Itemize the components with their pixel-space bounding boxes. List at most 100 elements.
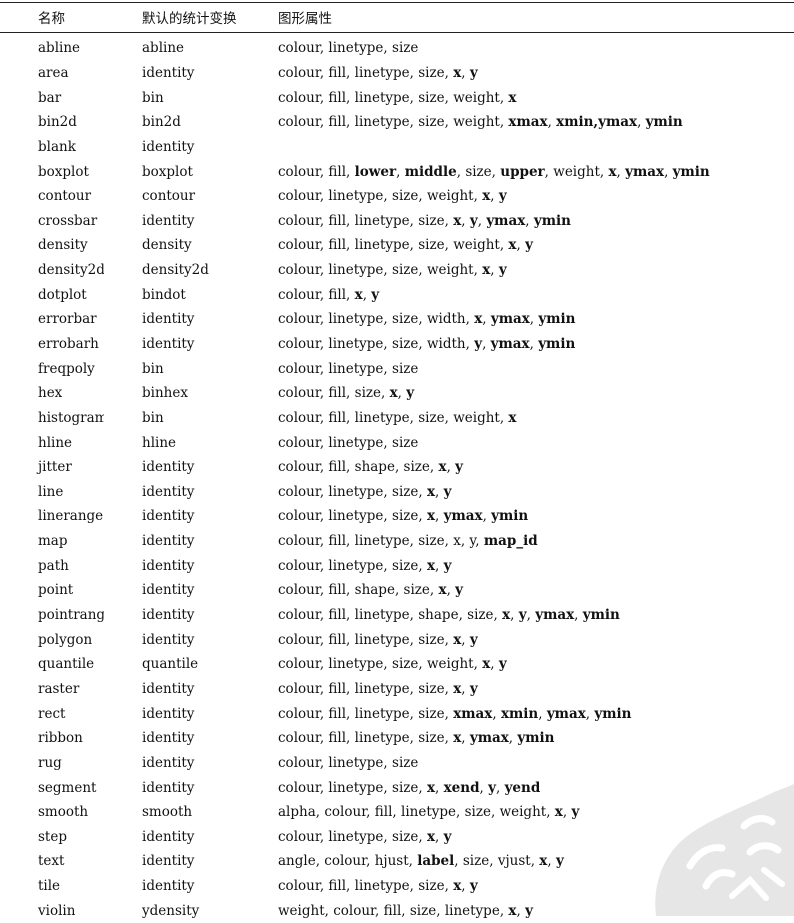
geom-name: errobarh <box>38 336 99 352</box>
aesthetic: colour <box>278 212 320 229</box>
required-aesthetic: ymin <box>533 212 571 229</box>
required-aesthetic: y <box>571 804 580 821</box>
geom-name: bin2d <box>38 114 77 131</box>
aesthetic: size <box>418 237 445 254</box>
aesthetic: fill <box>328 385 347 402</box>
aesthetic: linetype <box>354 237 410 254</box>
aesthetic: size <box>418 878 445 895</box>
aesthetic: fill <box>328 409 347 426</box>
aesthetic: linetype <box>328 262 384 279</box>
required-aesthetic: ymax <box>443 508 483 525</box>
aesthetics-list: colour, linetype, size <box>278 40 419 57</box>
table-row: line identity colour, linetype, size, x, y <box>0 480 794 505</box>
default-stat: bindot <box>142 286 186 303</box>
aesthetic: weight <box>453 114 500 131</box>
geom-table: 名称 默认的统计变换 图形属性 abline abline colour, line… <box>0 6 794 923</box>
aesthetic: fill <box>328 89 347 106</box>
aesthetic: size <box>462 853 490 870</box>
geom-name: violin <box>38 902 76 919</box>
aesthetics-list: colour, fill, linetype, shape, size, x, … <box>278 607 620 624</box>
aesthetics-list: colour, fill, x, y <box>278 286 380 303</box>
required-aesthetic: y <box>555 853 564 870</box>
required-aesthetic: ymin <box>517 730 555 747</box>
required-aesthetic: y <box>443 483 452 500</box>
required-aesthetic: x <box>453 680 462 697</box>
aesthetic: fill <box>328 705 347 722</box>
aesthetic: size <box>418 730 445 747</box>
default-stat: identity <box>142 754 195 771</box>
required-aesthetic: x <box>539 853 548 870</box>
required-aesthetic: yend <box>504 779 541 796</box>
default-stat: contour <box>142 188 196 205</box>
aesthetic: weight <box>499 804 547 821</box>
aesthetics-list: colour, fill, shape, size, x, y <box>278 582 464 599</box>
required-aesthetic: x <box>426 508 436 525</box>
aesthetic: size <box>392 262 419 279</box>
aesthetic: size <box>403 582 430 599</box>
aesthetic: fill <box>328 286 347 303</box>
required-aesthetic: y <box>455 582 464 599</box>
aesthetic: linetype <box>401 804 457 821</box>
aesthetics-list: colour, fill, linetype, size, x, y <box>278 64 478 81</box>
aesthetic: weight <box>426 262 474 279</box>
aesthetic: linetype <box>328 483 384 500</box>
aesthetic: colour <box>278 114 320 131</box>
aesthetic: fill <box>328 878 347 895</box>
aesthetic: size <box>392 754 419 771</box>
aesthetic: size <box>403 459 430 476</box>
aesthetic: size <box>392 508 419 525</box>
required-aesthetic: y <box>525 902 533 919</box>
table-body: abline abline colour, linetype, size area id… <box>0 32 794 923</box>
aesthetic: size <box>392 360 419 377</box>
default-stat: identity <box>142 138 195 155</box>
aesthetic: weight <box>453 409 500 426</box>
aesthetic: size <box>418 533 445 550</box>
default-stat: bin2d <box>142 114 181 131</box>
required-aesthetic: x <box>508 409 517 426</box>
aesthetic: colour <box>278 680 320 697</box>
table-row: ribbon identity colour, fill, linetype, si… <box>0 726 794 751</box>
required-aesthetic: y <box>498 188 507 205</box>
aesthetic: size <box>392 828 419 845</box>
required-aesthetic: x <box>508 237 517 254</box>
table-row: polygon identity colour, fill, linetype, s… <box>0 627 794 652</box>
aesthetic: colour <box>278 582 320 599</box>
aesthetics-list: colour, fill, linetype, size, weight, x,… <box>278 237 533 254</box>
aesthetics-list: colour, linetype, size, weight, x, y <box>278 656 507 673</box>
default-stat: identity <box>142 828 195 845</box>
required-aesthetic: ymin <box>491 508 529 525</box>
required-aesthetic: lower <box>354 163 397 180</box>
geom-name: raster <box>38 680 80 697</box>
aesthetics-list: angle, colour, hjust, label, size, vjust… <box>278 853 564 870</box>
geom-name: point <box>38 582 74 599</box>
aesthetic: colour <box>278 64 320 81</box>
geom-name: segment <box>38 779 97 796</box>
aesthetic: colour <box>278 188 320 205</box>
geom-name: path <box>38 557 69 574</box>
required-aesthetic: middle <box>404 163 457 180</box>
required-aesthetic: x <box>482 656 491 673</box>
required-aesthetic: x <box>389 385 398 402</box>
required-aesthetic: ymin <box>582 607 620 624</box>
table-row: boxplot boxplot colour, fill, lower, middl… <box>0 159 794 184</box>
table-row: crossbar identity colour, fill, linetype, … <box>0 208 794 233</box>
default-stat: density2d <box>142 262 209 279</box>
required-aesthetic: y <box>498 262 507 279</box>
aesthetic: width <box>426 336 466 352</box>
table-header-row: 名称 默认的统计变换 图形属性 <box>0 6 794 32</box>
geom-name: boxplot <box>38 163 89 180</box>
table-row: area identity colour, fill, linetype, size… <box>0 61 794 86</box>
geom-name: map <box>38 533 68 550</box>
aesthetic: vjust <box>497 853 531 870</box>
default-stat: identity <box>142 680 195 697</box>
aesthetic: fill <box>328 64 347 81</box>
required-aesthetic: xmax <box>453 705 493 722</box>
aesthetic: colour <box>278 533 320 550</box>
aesthetic: fill <box>328 607 347 624</box>
aesthetic: fill <box>328 237 347 254</box>
aesthetic: weight <box>453 237 500 254</box>
required-aesthetic: y <box>525 237 533 254</box>
aesthetic: x <box>453 533 461 550</box>
aesthetics-list <box>244 135 794 160</box>
table-row: raster identity colour, fill, linetype, si… <box>0 677 794 702</box>
